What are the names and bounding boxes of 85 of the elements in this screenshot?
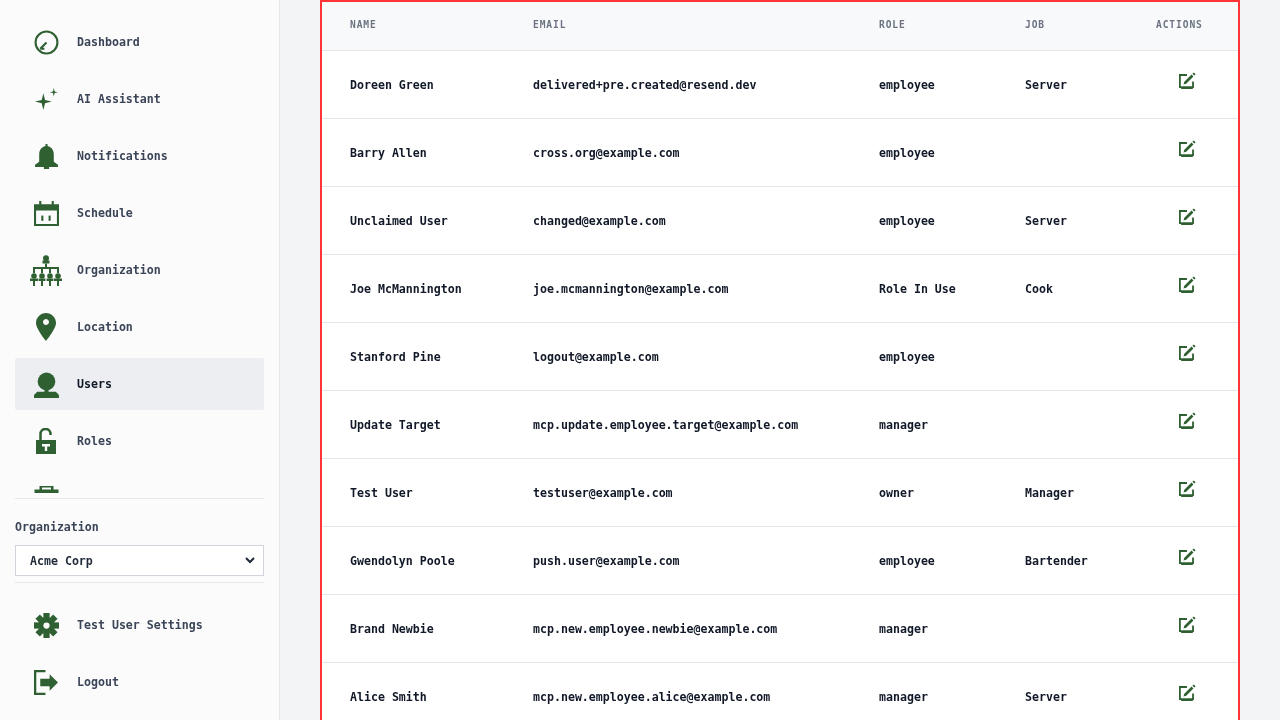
user-job: Server — [1024, 77, 1067, 92]
edit-button[interactable] — [1179, 412, 1196, 429]
user-email: logout@example.com — [532, 349, 659, 364]
nav-item[interactable]: Users — [15, 358, 264, 410]
edit-button[interactable] — [1179, 344, 1196, 361]
nav-item[interactable]: Schedule — [15, 187, 264, 239]
nav-item[interactable]: Roles — [15, 415, 264, 467]
user-role: Role In Use — [878, 281, 956, 296]
gear-icon — [33, 612, 59, 638]
user-role: manager — [878, 417, 928, 432]
edit-icon — [1179, 344, 1196, 361]
user-name: Unclaimed User — [349, 213, 448, 228]
edit-button[interactable] — [1179, 208, 1196, 225]
edit-icon — [1179, 684, 1196, 701]
edit-icon — [1179, 616, 1196, 633]
edit-button[interactable] — [1179, 548, 1196, 565]
edit-icon — [1179, 548, 1196, 565]
edit-button[interactable] — [1179, 684, 1196, 701]
edit-button[interactable] — [1179, 480, 1196, 497]
user-job: Server — [1024, 689, 1067, 704]
user-email: push.user@example.com — [532, 553, 680, 568]
nav-item[interactable]: Dashboard — [15, 16, 264, 68]
edit-button[interactable] — [1179, 276, 1196, 293]
edit-button[interactable] — [1179, 616, 1196, 633]
user-job: Server — [1024, 213, 1067, 228]
user-role: employee — [878, 77, 935, 92]
user-email: mcp.new.employee.newbie@example.com — [532, 621, 778, 636]
organization-select[interactable]: Acme Corp — [15, 545, 264, 576]
user-email: joe.mcmannington@example.com — [532, 281, 729, 296]
column-header: ACTIONS — [1155, 18, 1203, 30]
user-email: mcp.update.employee.target@example.com — [532, 417, 799, 432]
column-header: EMAIL — [532, 18, 567, 30]
logout-icon — [33, 669, 59, 695]
user-name: Test User — [349, 485, 413, 500]
edit-icon — [1179, 208, 1196, 225]
user-name: Barry Allen — [349, 145, 427, 160]
nav-item[interactable]: AI Assistant — [15, 73, 264, 125]
edit-icon — [1179, 412, 1196, 429]
nav-item[interactable]: Location — [15, 301, 264, 353]
edit-icon — [1179, 480, 1196, 497]
user-role: employee — [878, 145, 935, 160]
user-role: manager — [878, 689, 928, 704]
bell-icon — [33, 143, 59, 169]
user-name: Update Target — [349, 417, 441, 432]
user-role: owner — [878, 485, 914, 500]
dashboard-icon — [33, 29, 59, 55]
column-header: JOB — [1024, 18, 1046, 30]
nav-item[interactable]: Logout — [15, 656, 264, 708]
user-email: cross.org@example.com — [532, 145, 680, 160]
sparkle-icon — [33, 86, 59, 112]
user-name: Gwendolyn Poole — [349, 553, 455, 568]
column-header: NAME — [349, 18, 377, 30]
user-job: Bartender — [1024, 553, 1088, 568]
edit-button[interactable] — [1179, 72, 1196, 89]
nav-item[interactable]: Notifications — [15, 130, 264, 182]
edit-button[interactable] — [1179, 140, 1196, 157]
organization-label: Organization — [15, 519, 100, 535]
column-header: ROLE — [878, 18, 906, 30]
user-name: Alice Smith — [349, 689, 427, 704]
user-email: mcp.new.employee.alice@example.com — [532, 689, 771, 704]
edit-icon — [1179, 72, 1196, 89]
map-pin-icon — [36, 313, 56, 341]
user-job: Manager — [1024, 485, 1074, 500]
edit-icon — [1179, 140, 1196, 157]
user-email: delivered+pre.created@resend.dev — [532, 77, 757, 92]
calendar-icon — [33, 200, 59, 226]
user-name: Joe McMannington — [349, 281, 462, 296]
edit-icon — [1179, 276, 1196, 293]
user-email: changed@example.com — [532, 213, 666, 228]
org-chart-icon — [30, 254, 62, 286]
user-job: Cook — [1024, 281, 1053, 296]
user-name: Stanford Pine — [349, 349, 441, 364]
briefcase-icon — [33, 486, 59, 493]
user-role: employee — [878, 553, 935, 568]
user-icon — [33, 370, 59, 398]
user-name: Doreen Green — [349, 77, 434, 92]
user-role: employee — [878, 349, 935, 364]
user-role: manager — [878, 621, 928, 636]
user-role: employee — [878, 213, 935, 228]
nav-item[interactable]: Organization — [15, 244, 264, 296]
nav-item[interactable]: Test User Settings — [15, 599, 264, 651]
chevron-down-icon — [245, 557, 255, 564]
padlock-icon — [36, 428, 56, 454]
user-name: Brand Newbie — [349, 621, 434, 636]
user-email: testuser@example.com — [532, 485, 673, 500]
